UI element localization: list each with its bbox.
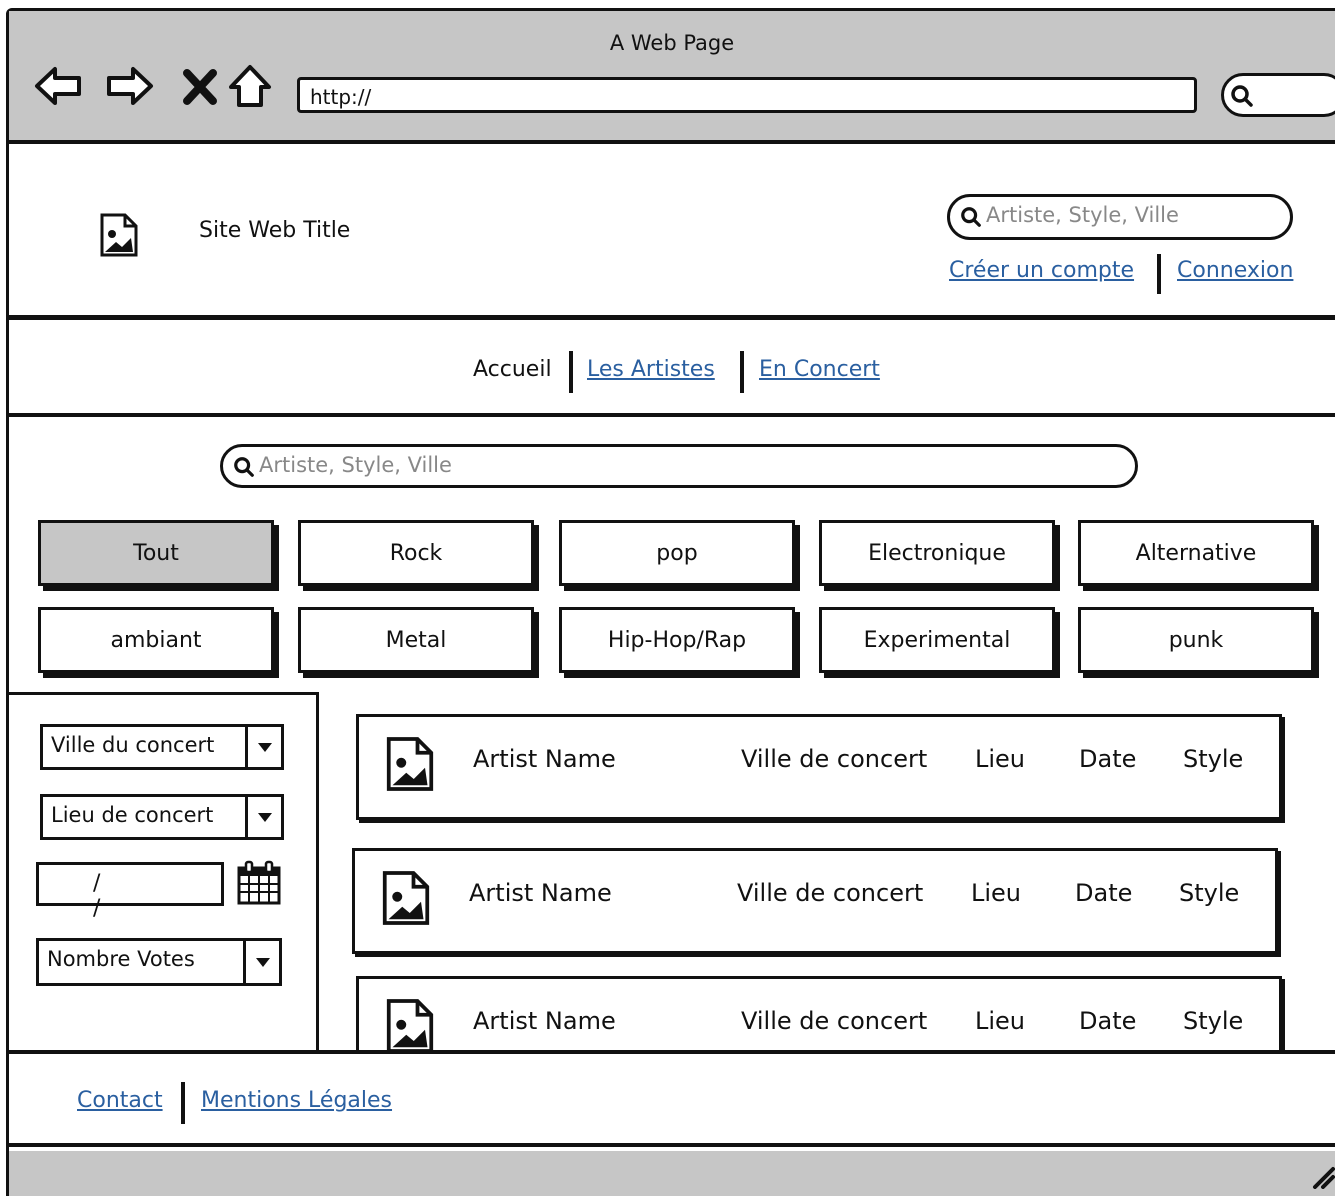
- main-search-input[interactable]: Artiste, Style, Ville: [220, 444, 1138, 488]
- genre-button[interactable]: ambiant: [38, 607, 274, 673]
- concert-style: Style: [1183, 1007, 1244, 1035]
- create-account-link[interactable]: Créer un compte: [949, 258, 1134, 283]
- legal-link[interactable]: Mentions Légales: [201, 1088, 392, 1113]
- genre-button[interactable]: Experimental: [819, 607, 1055, 673]
- concert-venue: Lieu: [971, 879, 1022, 907]
- search-icon: [961, 207, 981, 227]
- concert-card[interactable]: Artist Name Ville de concert Lieu Date S…: [356, 714, 1282, 820]
- footer-divider: [181, 1082, 185, 1124]
- close-icon[interactable]: [175, 61, 225, 111]
- image-icon: [100, 213, 138, 257]
- concert-venue: Lieu: [975, 745, 1026, 773]
- genre-button[interactable]: Hip-Hop/Rap: [559, 607, 795, 673]
- search-icon: [234, 457, 254, 477]
- concert-date: Date: [1075, 879, 1133, 907]
- image-icon: [386, 737, 434, 791]
- url-bar[interactable]: http://: [297, 77, 1197, 113]
- search-icon: [1231, 85, 1253, 107]
- site-title: Site Web Title: [199, 218, 351, 243]
- concert-card[interactable]: Artist Name Ville de concert Lieu Date S…: [356, 976, 1282, 1050]
- home-icon[interactable]: [225, 61, 275, 111]
- date-input[interactable]: / /: [36, 862, 224, 921]
- concert-card[interactable]: Artist Name Ville de concert Lieu Date S…: [352, 848, 1278, 954]
- concert-list: Artist Name Ville de concert Lieu Date S…: [320, 700, 1335, 1050]
- genre-button[interactable]: Rock: [298, 520, 534, 586]
- venue-select[interactable]: Lieu de concert: [40, 794, 284, 840]
- back-arrow-icon[interactable]: [33, 61, 83, 111]
- genre-button[interactable]: Alternative: [1078, 520, 1314, 586]
- concert-venue: Lieu: [975, 1007, 1026, 1035]
- artist-name: Artist Name: [473, 1007, 616, 1035]
- search-placeholder: Artiste, Style, Ville: [259, 453, 452, 477]
- chevron-down-icon: [245, 727, 281, 767]
- city-select[interactable]: Ville du concert: [40, 724, 284, 770]
- forward-arrow-icon[interactable]: [105, 61, 155, 111]
- calendar-icon[interactable]: [236, 860, 282, 906]
- browser-search-field[interactable]: [1221, 73, 1335, 117]
- concert-city: Ville de concert: [737, 879, 924, 907]
- artist-name: Artist Name: [469, 879, 612, 907]
- genre-button[interactable]: pop: [559, 520, 795, 586]
- image-icon: [382, 871, 430, 925]
- concert-date: Date: [1079, 1007, 1137, 1035]
- nav-divider: [569, 351, 573, 393]
- concert-date: Date: [1079, 745, 1137, 773]
- nav-item-home[interactable]: Accueil: [473, 357, 552, 382]
- browser-statusbar: [9, 1151, 1335, 1196]
- header-search-input[interactable]: Artiste, Style, Ville: [947, 194, 1293, 240]
- votes-select[interactable]: Nombre Votes: [36, 938, 282, 986]
- image-icon: [386, 999, 434, 1050]
- resize-grip-icon[interactable]: [1309, 1163, 1335, 1189]
- city-select-value: Ville du concert: [51, 733, 215, 757]
- site-footer: Contact Mentions Légales: [9, 1050, 1335, 1147]
- site-header: Site Web Title Artiste, Style, Ville Cré…: [9, 148, 1335, 320]
- genre-button[interactable]: Tout: [38, 520, 274, 586]
- contact-link[interactable]: Contact: [77, 1088, 163, 1113]
- nav-divider: [740, 351, 744, 393]
- concert-style: Style: [1179, 879, 1240, 907]
- artist-name: Artist Name: [473, 745, 616, 773]
- concert-style: Style: [1183, 745, 1244, 773]
- genre-button[interactable]: Electronique: [819, 520, 1055, 586]
- link-divider: [1157, 254, 1161, 294]
- browser-toolbar: A Web Page http://: [9, 11, 1335, 144]
- nav-item-concert[interactable]: En Concert: [759, 357, 880, 382]
- search-placeholder: Artiste, Style, Ville: [986, 203, 1179, 227]
- votes-select-value: Nombre Votes: [47, 947, 195, 971]
- venue-select-value: Lieu de concert: [51, 803, 214, 827]
- window-title: A Web Page: [609, 31, 735, 55]
- concert-city: Ville de concert: [741, 1007, 928, 1035]
- main-nav: Accueil Les Artistes En Concert: [9, 325, 1335, 417]
- concert-city: Ville de concert: [741, 745, 928, 773]
- genre-button[interactable]: Metal: [298, 607, 534, 673]
- chevron-down-icon: [245, 797, 281, 837]
- chevron-down-icon: [243, 941, 279, 983]
- login-link[interactable]: Connexion: [1177, 258, 1293, 283]
- nav-item-artists[interactable]: Les Artistes: [587, 357, 715, 382]
- genre-button[interactable]: punk: [1078, 607, 1314, 673]
